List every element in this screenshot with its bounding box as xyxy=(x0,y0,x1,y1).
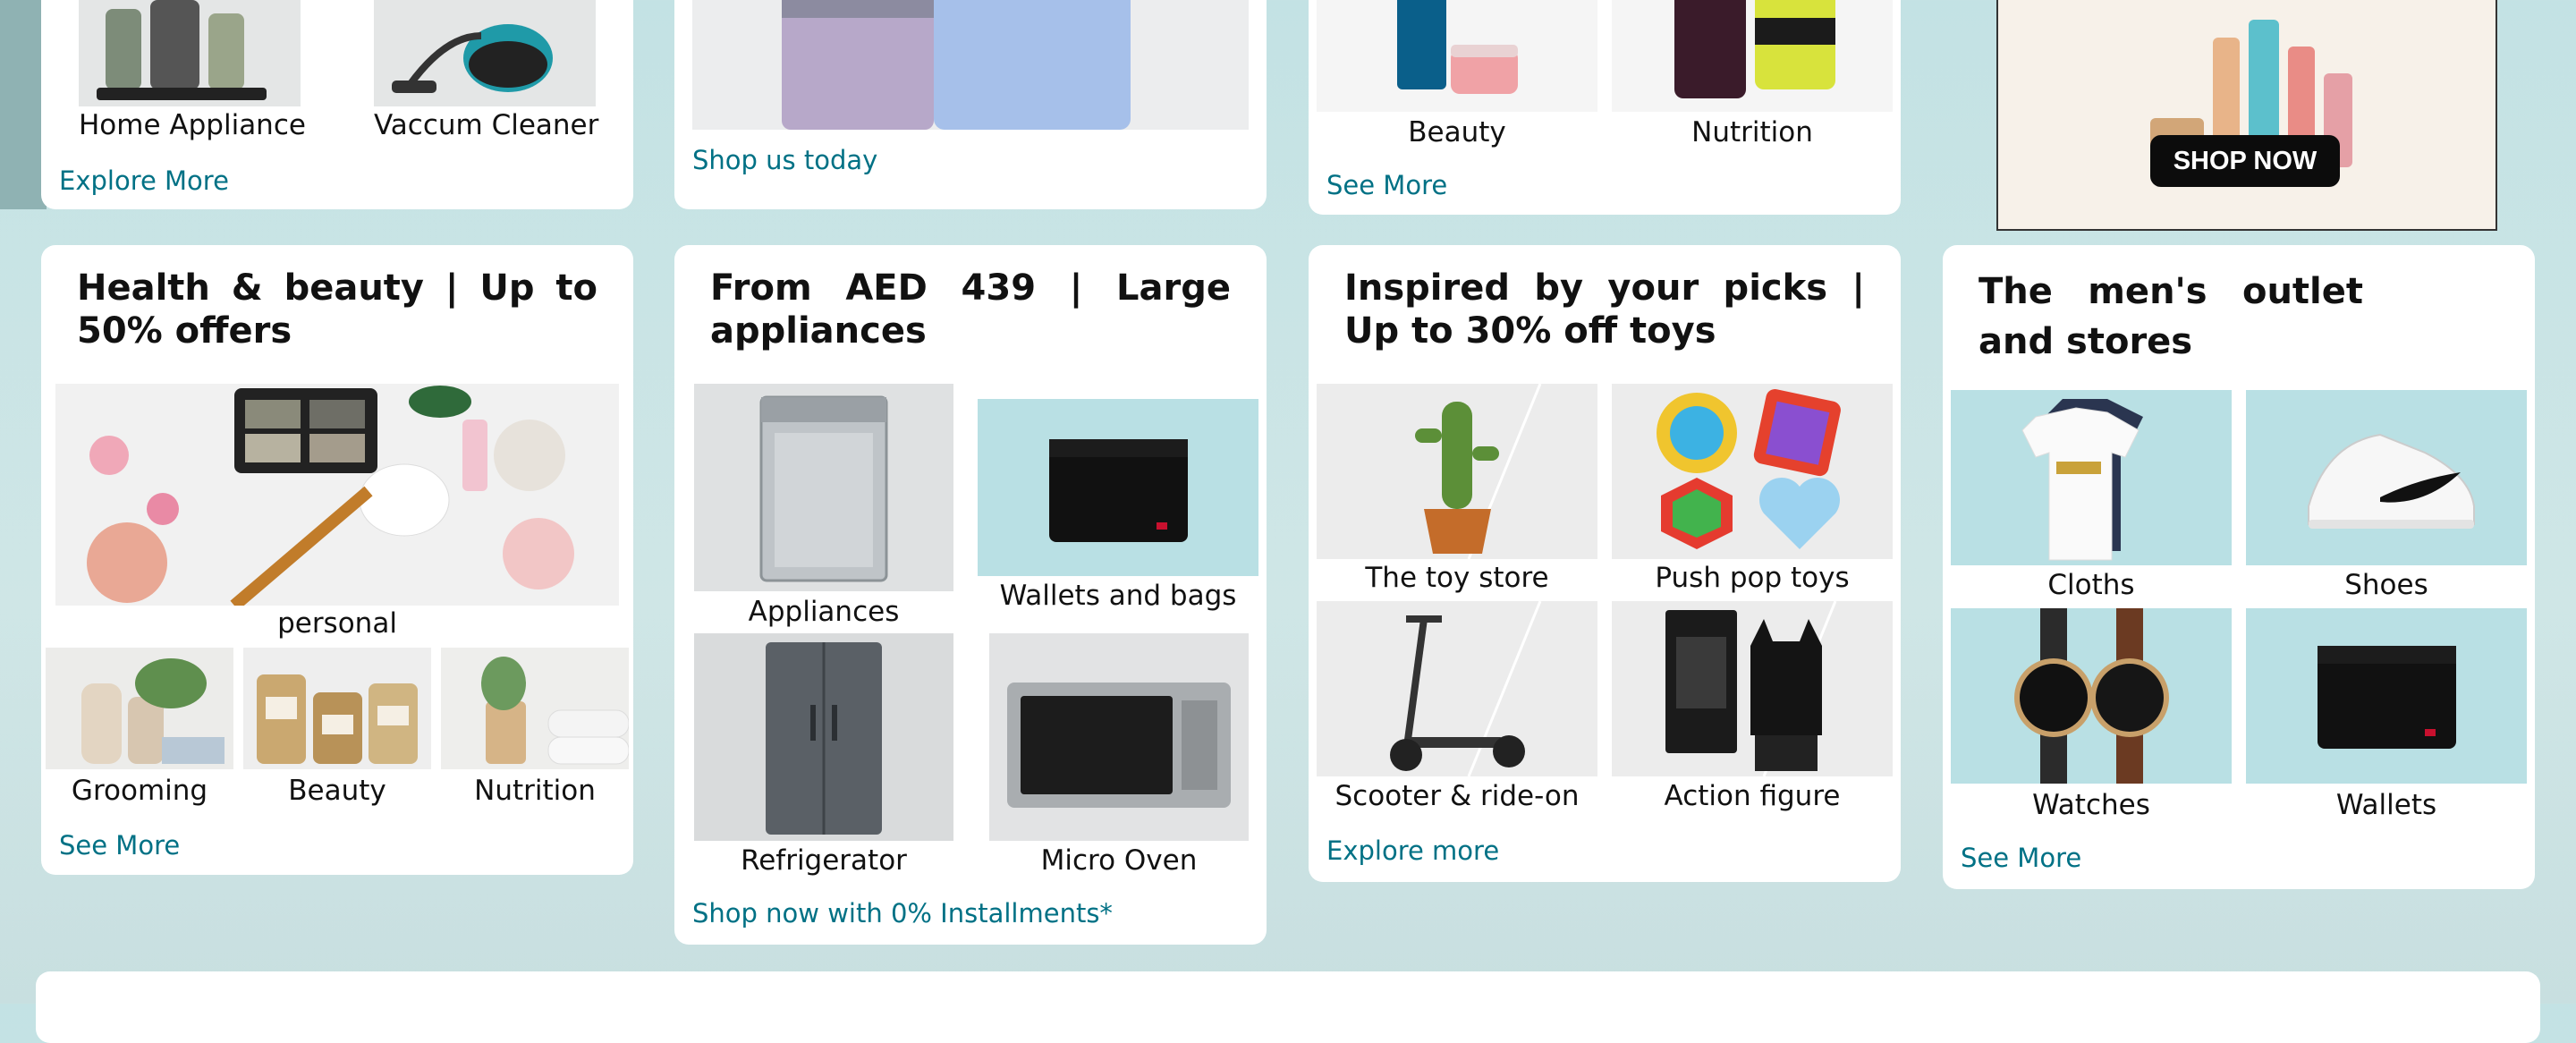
refrigerator-icon xyxy=(766,642,882,835)
vacuum-cleaner-image[interactable] xyxy=(374,0,596,106)
home-appliance-label: Home Appliance xyxy=(79,109,306,141)
wallet-icon xyxy=(2318,646,2456,749)
toy-store-label: The toy store xyxy=(1365,562,1549,594)
action-figure-image[interactable] xyxy=(1612,601,1893,776)
mens-outlet-card: The men's outlet and stores Cloths Shoes xyxy=(1943,245,2535,889)
left-edge-strip xyxy=(0,0,47,209)
scooter-image[interactable] xyxy=(1317,601,1597,776)
personal-care-image[interactable] xyxy=(55,384,619,606)
see-more-link[interactable]: See More xyxy=(1961,843,2081,873)
bottom-section-card xyxy=(36,971,2540,1043)
batman-lego-icon xyxy=(1665,601,1837,776)
dishwasher-icon xyxy=(759,395,888,582)
push-pop-image[interactable] xyxy=(1612,384,1893,559)
beauty-image[interactable] xyxy=(1317,0,1597,112)
see-more-link[interactable]: See More xyxy=(59,830,180,861)
serum-bottles-icon xyxy=(2150,20,2352,167)
microwave-icon xyxy=(1007,683,1231,808)
health-beauty-card: Health & beauty | Up to 50% offers perso… xyxy=(41,245,633,875)
nutrition-label: Nutrition xyxy=(1691,116,1813,148)
push-pop-label: Push pop toys xyxy=(1655,562,1850,594)
cosmetics-ad-card[interactable]: SHOP NOW xyxy=(1996,0,2497,231)
large-appliances-title: From AED 439 | Large appliances xyxy=(710,267,1231,352)
micro-oven-image[interactable] xyxy=(989,633,1249,841)
shop-us-today-link[interactable]: Shop us today xyxy=(692,145,877,175)
explore-more-link[interactable]: Explore more xyxy=(1326,835,1499,866)
wallets-bags-image[interactable] xyxy=(978,399,1258,576)
shoes-image[interactable] xyxy=(2246,390,2527,565)
makeup-flatlay-icon xyxy=(87,386,574,606)
nutrition-label: Nutrition xyxy=(474,775,596,807)
refrigerator-image[interactable] xyxy=(694,633,953,841)
toys-title: Inspired by your picks | Up to 30% off t… xyxy=(1344,267,1865,352)
blender-icon xyxy=(97,0,267,100)
vacuum-cleaner-label: Vaccum Cleaner xyxy=(374,109,599,141)
shop-now-button[interactable]: SHOP NOW xyxy=(2150,135,2340,187)
wallets-bags-label: Wallets and bags xyxy=(999,580,1237,612)
grooming-bottles-icon xyxy=(81,658,225,764)
watches-image[interactable] xyxy=(1951,608,2232,784)
toy-store-image[interactable] xyxy=(1317,384,1597,559)
beauty-label: Beauty xyxy=(288,775,386,807)
spa-towels-icon xyxy=(481,657,629,765)
large-appliances-card: From AED 439 | Large appliances Applianc… xyxy=(674,245,1267,945)
shop-now-installments-link[interactable]: Shop now with 0% Installments* xyxy=(692,898,1113,929)
cloths-label: Cloths xyxy=(2047,569,2135,601)
cosmetics-icon xyxy=(1397,0,1518,94)
personal-label: personal xyxy=(277,607,397,640)
supplements-icon xyxy=(1674,0,1835,98)
refrigerator-label: Refrigerator xyxy=(741,844,907,877)
mens-outlet-title: The men's outlet and stores xyxy=(1979,271,2363,362)
jars-icon xyxy=(257,674,418,764)
grooming-label: Grooming xyxy=(71,775,208,807)
action-figure-label: Action figure xyxy=(1664,780,1841,812)
explore-more-link[interactable]: Explore More xyxy=(59,165,229,196)
cloths-image[interactable] xyxy=(1951,390,2232,565)
appliances-image[interactable] xyxy=(694,384,953,591)
appliances-label: Appliances xyxy=(748,596,900,628)
smartphone-icon xyxy=(782,0,1131,130)
beauty-nutrition-card: Beauty Nutrition See More xyxy=(1309,0,1901,215)
phone-card: Shop us today xyxy=(674,0,1267,209)
see-more-link[interactable]: See More xyxy=(1326,170,1447,200)
watches-label: Watches xyxy=(2032,789,2150,821)
wallets-image[interactable] xyxy=(2246,608,2527,784)
health-beauty-title: Health & beauty | Up to 50% offers xyxy=(77,267,597,352)
appliance-card: Home Appliance Vaccum Cleaner Explore Mo… xyxy=(41,0,633,209)
toys-card: Inspired by your picks | Up to 30% off t… xyxy=(1309,245,1901,882)
nutrition-spa-image[interactable] xyxy=(441,648,629,769)
scooter-label: Scooter & ride-on xyxy=(1335,780,1580,812)
wallets-label: Wallets xyxy=(2335,789,2437,821)
sneaker-icon xyxy=(2308,433,2475,529)
home-appliance-image[interactable] xyxy=(79,0,301,106)
grooming-image[interactable] xyxy=(46,648,233,769)
push-pop-icon xyxy=(1657,389,1841,549)
watch-icon xyxy=(2014,608,2169,784)
dancing-cactus-icon xyxy=(1415,384,1542,559)
phone-banner-image[interactable] xyxy=(692,0,1249,130)
vacuum-icon xyxy=(392,24,553,93)
tshirt-icon xyxy=(2021,399,2143,561)
beauty-jars-image[interactable] xyxy=(243,648,431,769)
scooter-icon xyxy=(1390,601,1542,776)
nutrition-image[interactable] xyxy=(1612,0,1893,112)
micro-oven-label: Micro Oven xyxy=(1040,844,1198,877)
beauty-label: Beauty xyxy=(1408,116,1506,148)
wallet-icon xyxy=(1049,439,1188,542)
shoes-label: Shoes xyxy=(2344,569,2428,601)
